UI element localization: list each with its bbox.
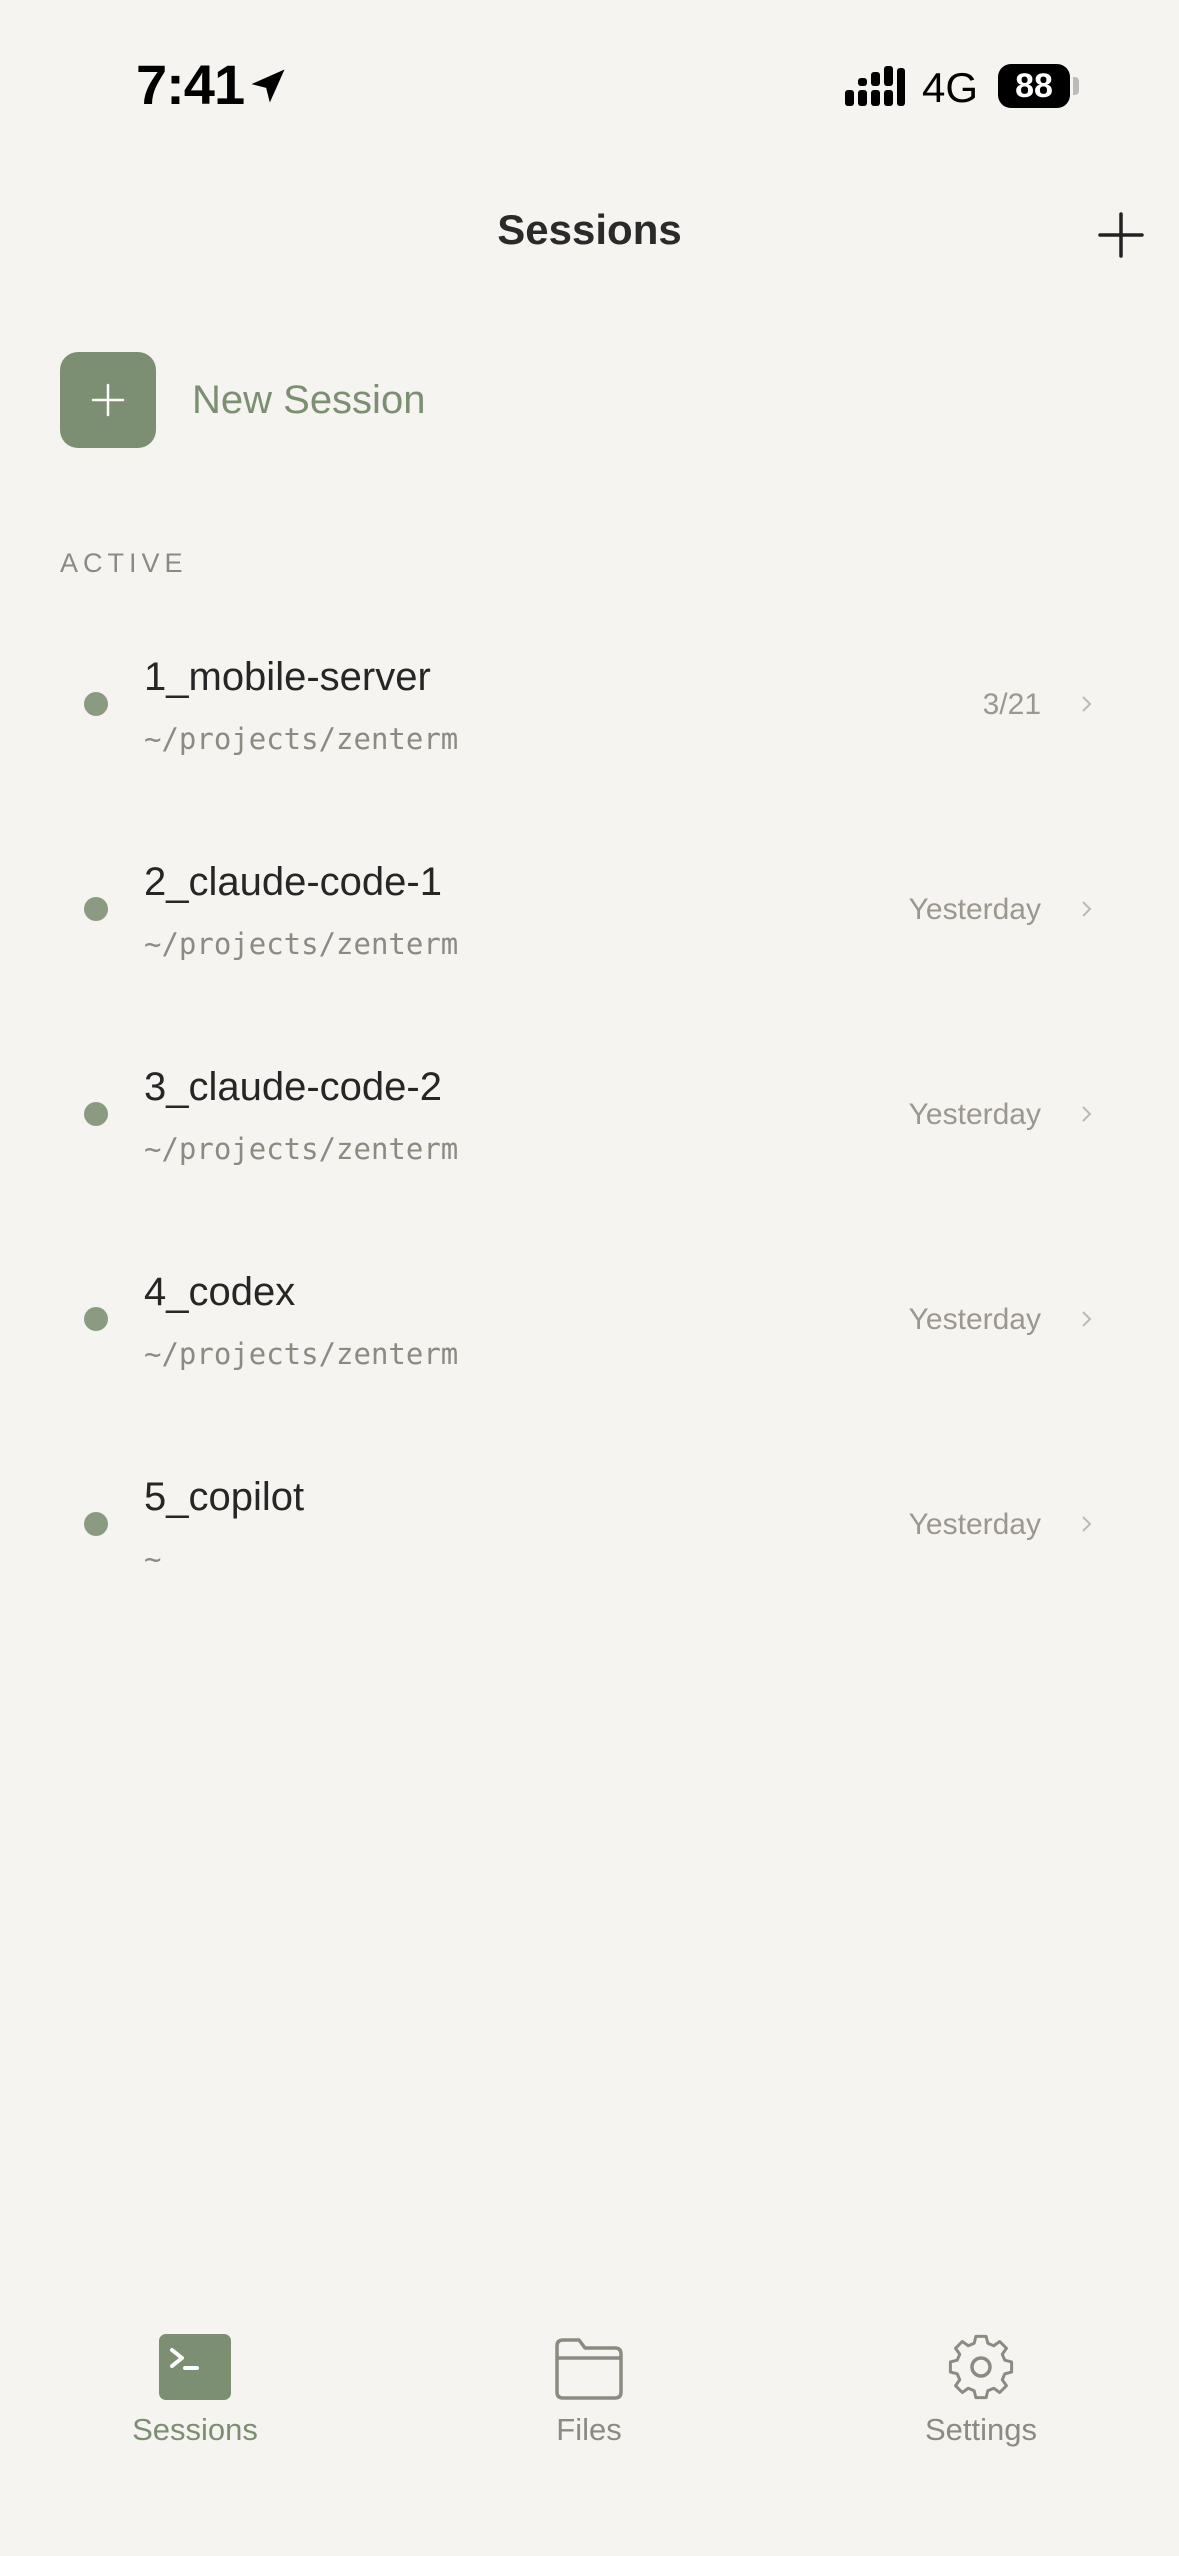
status-dot (84, 1307, 108, 1331)
session-name: 1_mobile-server (144, 655, 431, 699)
session-name: 3_claude-code-2 (144, 1065, 442, 1109)
session-time: Yesterday (908, 893, 1041, 926)
session-list: 1_mobile-server ~/projects/zenterm 3/21 … (0, 600, 1179, 1625)
tab-label: Sessions (132, 2412, 258, 2447)
session-path: ~/projects/zenterm (144, 722, 459, 756)
new-session-label: New Session (192, 377, 426, 422)
session-time: Yesterday (908, 1098, 1041, 1131)
session-time: Yesterday (908, 1508, 1041, 1541)
status-dot (84, 1102, 108, 1126)
signal-icon (845, 66, 905, 106)
chevron-right-icon (1082, 1311, 1092, 1327)
tab-settings[interactable]: Settings (861, 2310, 1101, 2460)
session-name: 4_codex (144, 1270, 296, 1314)
session-row[interactable]: 5_copilot ~ Yesterday (0, 1420, 1179, 1625)
add-session-icon[interactable] (1096, 210, 1146, 260)
session-time: 3/21 (982, 688, 1041, 721)
session-path: ~/projects/zenterm (144, 927, 459, 961)
page-title: Sessions (497, 206, 682, 253)
status-dot (84, 897, 108, 921)
chevron-right-icon (1082, 1516, 1092, 1532)
status-dot (84, 1512, 108, 1536)
chevron-right-icon (1082, 901, 1092, 917)
battery-cap (1073, 77, 1079, 95)
section-header-active: ACTIVE (60, 548, 188, 578)
session-path: ~/projects/zenterm (144, 1337, 459, 1371)
network-type: 4G (922, 64, 979, 111)
session-time: Yesterday (908, 1303, 1041, 1336)
session-row[interactable]: 1_mobile-server ~/projects/zenterm 3/21 (0, 600, 1179, 805)
tab-sessions[interactable]: Sessions (75, 2310, 315, 2460)
tab-label: Files (556, 2412, 622, 2447)
location-arrow-icon (251, 69, 285, 103)
session-row[interactable]: 3_claude-code-2 ~/projects/zenterm Yeste… (0, 1010, 1179, 1215)
session-path: ~/projects/zenterm (144, 1132, 459, 1166)
session-row[interactable]: 2_claude-code-1 ~/projects/zenterm Yeste… (0, 805, 1179, 1010)
chevron-right-icon (1082, 1106, 1092, 1122)
battery-icon: 88 (998, 64, 1070, 108)
session-path: ~ (144, 1542, 162, 1576)
session-name: 2_claude-code-1 (144, 860, 442, 904)
tab-bar: Sessions Files Settings (0, 2310, 1179, 2490)
chevron-right-icon (1082, 696, 1092, 712)
session-row[interactable]: 4_codex ~/projects/zenterm Yesterday (0, 1215, 1179, 1420)
status-bar: 7:41 4G 88 (0, 0, 1179, 180)
new-session-button[interactable]: New Session (60, 352, 660, 448)
plus-icon (60, 352, 156, 448)
status-time: 7:41 (136, 53, 245, 116)
tab-files[interactable]: Files (469, 2310, 709, 2460)
folder-icon (555, 2338, 623, 2400)
gear-icon (948, 2334, 1014, 2400)
session-name: 5_copilot (144, 1475, 305, 1519)
status-dot (84, 692, 108, 716)
terminal-icon (159, 2334, 231, 2400)
battery-level: 88 (1015, 67, 1053, 105)
tab-label: Settings (924, 2412, 1037, 2447)
